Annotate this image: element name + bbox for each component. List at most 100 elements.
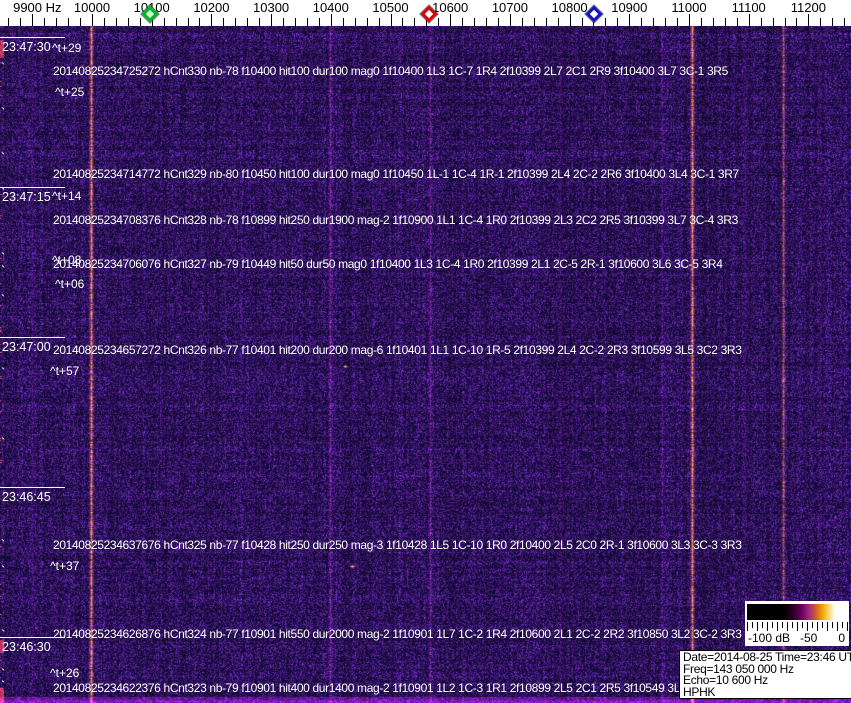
detection-line: 20140825234622376 hCnt323 nb-79 f10901 h… [53, 681, 708, 695]
detection-line: 20140825234637676 hCnt325 nb-77 f10428 h… [53, 538, 742, 552]
freq-minor-tick [761, 18, 762, 26]
overlay-layer: 23:47:30 23:47:15 23:47:00 23:46:45 23:46:30… [0, 0, 851, 703]
freq-minor-tick [283, 18, 284, 26]
freq-minor-tick [617, 18, 618, 26]
freq-minor-tick [355, 18, 356, 26]
freq-minor-tick [438, 18, 439, 26]
freq-minor-tick [653, 18, 654, 26]
time-label: 23:47:00 [2, 340, 51, 354]
colorbar-tick [837, 622, 838, 631]
freq-major-tick [629, 14, 630, 26]
freq-minor-tick [20, 18, 21, 26]
freq-minor-tick [498, 18, 499, 26]
freq-major-tick [570, 14, 571, 26]
colorbar-label-mid: -50 [800, 631, 818, 645]
time-label: 23:46:45 [2, 490, 51, 504]
event-time-marker: ^t+26 [50, 666, 80, 680]
freq-minor-tick [605, 18, 606, 26]
freq-axis-label: 11000 [671, 0, 707, 15]
freq-minor-tick [379, 18, 380, 26]
freq-major-tick [450, 14, 451, 26]
edge-tick: ` [1, 292, 6, 307]
freq-minor-tick [677, 18, 678, 26]
freq-axis-label: 9900 Hz [13, 0, 62, 15]
freq-major-tick [510, 14, 511, 26]
freq-minor-tick [140, 18, 141, 26]
colorbar-tick [752, 622, 753, 628]
freq-minor-tick [832, 18, 833, 26]
time-label: 23:47:30 [2, 40, 51, 54]
colorbar-tick [807, 622, 808, 631]
freq-minor-tick [80, 18, 81, 26]
freq-minor-tick [725, 18, 726, 26]
event-time-marker: ^t+57 [50, 364, 80, 378]
freq-major-tick [92, 14, 93, 26]
event-time-marker: ^t+29 [52, 41, 82, 55]
freq-major-tick [391, 14, 392, 26]
time-gridline [0, 487, 65, 488]
colorbar-tick [747, 622, 748, 631]
freq-minor-tick [128, 18, 129, 26]
freq-minor-tick [56, 18, 57, 26]
detection-line: 20140825234725272 hCnt330 nb-78 f10400 h… [53, 64, 728, 78]
freq-minor-tick [68, 18, 69, 26]
freq-minor-tick [116, 18, 117, 26]
freq-major-tick [689, 14, 690, 26]
edge-tick: ` [1, 678, 6, 693]
time-gridline [0, 337, 65, 338]
freq-axis-label: 10900 [611, 0, 648, 15]
detection-line: 20140825234714772 hCnt329 nb-80 f10450 h… [53, 167, 739, 181]
freq-minor-tick [474, 18, 475, 26]
freq-axis-label: 11200 [790, 0, 826, 15]
freq-minor-tick [546, 18, 547, 26]
freq-minor-tick [665, 18, 666, 26]
freq-axis-label: 10000 [73, 0, 111, 15]
freq-major-tick [211, 14, 212, 26]
event-time-marker: ^t+06 [55, 277, 85, 291]
colorbar-tick [817, 622, 818, 631]
detection-line: 20140825234706076 hCnt327 nb-79 f10449 h… [53, 257, 723, 271]
freq-minor-tick [259, 18, 260, 26]
freq-minor-tick [402, 18, 403, 26]
freq-axis-label: 10800 [551, 0, 588, 15]
event-time-marker: ^t+14 [52, 189, 82, 203]
freq-minor-tick [558, 18, 559, 26]
edge-tick: ` [1, 263, 6, 278]
colorbar-tick [767, 622, 768, 631]
time-label: 23:46:30 [2, 640, 51, 654]
freq-minor-tick [737, 18, 738, 26]
colorbar-label-min: -100 dB [748, 631, 791, 645]
freq-minor-tick [367, 18, 368, 26]
info-station-id: HPHK [683, 684, 716, 699]
freq-minor-tick [582, 18, 583, 26]
freq-minor-tick [522, 18, 523, 26]
edge-tick: ` [1, 627, 6, 642]
event-time-marker: ^t+37 [50, 559, 80, 573]
freq-major-tick [749, 14, 750, 26]
time-gridline [0, 37, 65, 38]
freq-major-tick [271, 14, 272, 26]
event-time-marker: ^t+25 [55, 85, 85, 99]
freq-axis-label: 11100 [731, 0, 766, 15]
colorbar-tick [827, 622, 828, 631]
freq-major-tick [331, 14, 332, 26]
freq-minor-tick [641, 18, 642, 26]
freq-minor-tick [199, 18, 200, 26]
edge-tick: ` [1, 537, 6, 552]
freq-minor-tick [343, 18, 344, 26]
freq-minor-tick [796, 18, 797, 26]
freq-minor-tick [486, 18, 487, 26]
colorbar-tick [757, 622, 758, 631]
blue-diamond-marker[interactable] [585, 5, 603, 23]
colorbar-tick [782, 622, 783, 628]
detection-line: 20140825234626876 hCnt324 nb-77 f10901 h… [53, 627, 742, 641]
spectrogram-app: 9900 Hz100001010010200103001040010500106… [0, 0, 851, 703]
freq-axis-label: 10400 [312, 0, 349, 15]
colorbar-label-max: 0 [838, 631, 845, 645]
colorbar-tick [832, 622, 833, 628]
freq-minor-tick [414, 18, 415, 26]
detection-line: 20140825234708376 hCnt328 nb-78 f10899 h… [53, 213, 738, 227]
freq-minor-tick [462, 18, 463, 26]
freq-major-tick [808, 14, 809, 26]
freq-minor-tick [8, 18, 9, 26]
